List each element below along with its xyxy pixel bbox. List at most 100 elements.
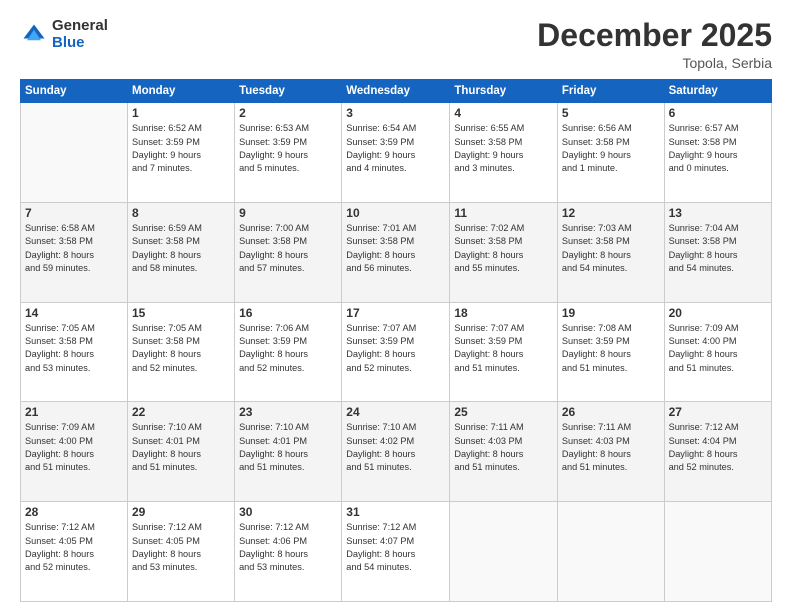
day-number: 22	[132, 405, 230, 419]
day-detail: Sunrise: 6:55 AM Sunset: 3:58 PM Dayligh…	[454, 122, 553, 175]
calendar-week-3: 14 Sunrise: 7:05 AM Sunset: 3:58 PM Dayli…	[21, 302, 772, 402]
calendar-day: 18 Sunrise: 7:07 AM Sunset: 3:59 PM Dayli…	[450, 302, 558, 402]
day-detail: Sunrise: 6:59 AM Sunset: 3:58 PM Dayligh…	[132, 222, 230, 275]
day-detail: Sunrise: 7:09 AM Sunset: 4:00 PM Dayligh…	[669, 322, 767, 375]
day-detail: Sunrise: 7:10 AM Sunset: 4:02 PM Dayligh…	[346, 421, 445, 474]
day-number: 12	[562, 206, 660, 220]
calendar-day: 1 Sunrise: 6:52 AM Sunset: 3:59 PM Daylig…	[127, 103, 234, 203]
day-number: 17	[346, 306, 445, 320]
day-number: 13	[669, 206, 767, 220]
calendar-day: 29Sunrise: 7:12 AM Sunset: 4:05 PM Dayli…	[127, 502, 234, 602]
day-number: 24	[346, 405, 445, 419]
day-number: 15	[132, 306, 230, 320]
calendar-day: 4Sunrise: 6:55 AM Sunset: 3:58 PM Daylig…	[450, 103, 558, 203]
day-number: 14	[25, 306, 123, 320]
calendar-day: 3 Sunrise: 6:54 AM Sunset: 3:59 PM Daylig…	[342, 103, 450, 203]
calendar-day: 25Sunrise: 7:11 AM Sunset: 4:03 PM Dayli…	[450, 402, 558, 502]
day-number: 11	[454, 206, 553, 220]
logo: General Blue	[20, 18, 108, 51]
col-header-saturday: Saturday	[664, 80, 771, 103]
calendar-day: 28 Sunrise: 7:12 AM Sunset: 4:05 PM Dayli…	[21, 502, 128, 602]
day-detail: Sunrise: 7:05 AM Sunset: 3:58 PM Dayligh…	[132, 322, 230, 375]
day-detail: Sunrise: 7:12 AM Sunset: 4:05 PM Dayligh…	[132, 521, 230, 574]
title-block: December 2025 Topola, Serbia	[537, 18, 772, 71]
calendar-day: 10Sunrise: 7:01 AM Sunset: 3:58 PM Dayli…	[342, 202, 450, 302]
day-detail: Sunrise: 6:56 AM Sunset: 3:58 PM Dayligh…	[562, 122, 660, 175]
day-number: 6	[669, 106, 767, 120]
col-header-tuesday: Tuesday	[235, 80, 342, 103]
calendar-day: 20 Sunrise: 7:09 AM Sunset: 4:00 PM Dayli…	[664, 302, 771, 402]
day-number: 20	[669, 306, 767, 320]
col-header-wednesday: Wednesday	[342, 80, 450, 103]
day-number: 18	[454, 306, 553, 320]
calendar-day: 17 Sunrise: 7:07 AM Sunset: 3:59 PM Dayli…	[342, 302, 450, 402]
day-detail: Sunrise: 7:10 AM Sunset: 4:01 PM Dayligh…	[239, 421, 337, 474]
day-number: 27	[669, 405, 767, 419]
logo-icon	[20, 21, 48, 49]
day-detail: Sunrise: 6:53 AM Sunset: 3:59 PM Dayligh…	[239, 122, 337, 175]
calendar-week-1: 1 Sunrise: 6:52 AM Sunset: 3:59 PM Daylig…	[21, 103, 772, 203]
day-number: 3	[346, 106, 445, 120]
day-detail: Sunrise: 7:01 AM Sunset: 3:58 PM Dayligh…	[346, 222, 445, 275]
logo-blue: Blue	[52, 35, 108, 52]
calendar-day: 9 Sunrise: 7:00 AM Sunset: 3:58 PM Daylig…	[235, 202, 342, 302]
day-number: 5	[562, 106, 660, 120]
day-detail: Sunrise: 7:06 AM Sunset: 3:59 PM Dayligh…	[239, 322, 337, 375]
calendar-day: 27 Sunrise: 7:12 AM Sunset: 4:04 PM Dayli…	[664, 402, 771, 502]
col-header-thursday: Thursday	[450, 80, 558, 103]
day-detail: Sunrise: 6:58 AM Sunset: 3:58 PM Dayligh…	[25, 222, 123, 275]
calendar-day: 13 Sunrise: 7:04 AM Sunset: 3:58 PM Dayli…	[664, 202, 771, 302]
day-number: 8	[132, 206, 230, 220]
day-detail: Sunrise: 7:03 AM Sunset: 3:58 PM Dayligh…	[562, 222, 660, 275]
day-detail: Sunrise: 7:10 AM Sunset: 4:01 PM Dayligh…	[132, 421, 230, 474]
day-detail: Sunrise: 7:07 AM Sunset: 3:59 PM Dayligh…	[346, 322, 445, 375]
day-number: 26	[562, 405, 660, 419]
day-detail: Sunrise: 7:11 AM Sunset: 4:03 PM Dayligh…	[454, 421, 553, 474]
day-number: 9	[239, 206, 337, 220]
day-detail: Sunrise: 7:00 AM Sunset: 3:58 PM Dayligh…	[239, 222, 337, 275]
day-number: 23	[239, 405, 337, 419]
day-detail: Sunrise: 7:12 AM Sunset: 4:04 PM Dayligh…	[669, 421, 767, 474]
day-number: 21	[25, 405, 123, 419]
day-detail: Sunrise: 7:12 AM Sunset: 4:05 PM Dayligh…	[25, 521, 123, 574]
calendar-day: 23 Sunrise: 7:10 AM Sunset: 4:01 PM Dayli…	[235, 402, 342, 502]
calendar-day: 21 Sunrise: 7:09 AM Sunset: 4:00 PM Dayli…	[21, 402, 128, 502]
day-number: 19	[562, 306, 660, 320]
day-number: 31	[346, 505, 445, 519]
day-detail: Sunrise: 7:12 AM Sunset: 4:06 PM Dayligh…	[239, 521, 337, 574]
day-number: 1	[132, 106, 230, 120]
col-header-friday: Friday	[557, 80, 664, 103]
day-detail: Sunrise: 6:57 AM Sunset: 3:58 PM Dayligh…	[669, 122, 767, 175]
calendar-day: 19 Sunrise: 7:08 AM Sunset: 3:59 PM Dayli…	[557, 302, 664, 402]
day-detail: Sunrise: 7:12 AM Sunset: 4:07 PM Dayligh…	[346, 521, 445, 574]
calendar-week-5: 28 Sunrise: 7:12 AM Sunset: 4:05 PM Dayli…	[21, 502, 772, 602]
calendar-day	[557, 502, 664, 602]
day-detail: Sunrise: 7:07 AM Sunset: 3:59 PM Dayligh…	[454, 322, 553, 375]
calendar-day: 26Sunrise: 7:11 AM Sunset: 4:03 PM Dayli…	[557, 402, 664, 502]
calendar-day: 31 Sunrise: 7:12 AM Sunset: 4:07 PM Dayli…	[342, 502, 450, 602]
calendar-day: 15 Sunrise: 7:05 AM Sunset: 3:58 PM Dayli…	[127, 302, 234, 402]
page: General Blue December 2025 Topola, Serbi…	[0, 0, 792, 612]
calendar-day: 7Sunrise: 6:58 AM Sunset: 3:58 PM Daylig…	[21, 202, 128, 302]
calendar-header-row: SundayMondayTuesdayWednesdayThursdayFrid…	[21, 80, 772, 103]
calendar-day	[21, 103, 128, 203]
calendar-day	[664, 502, 771, 602]
calendar-table: SundayMondayTuesdayWednesdayThursdayFrid…	[20, 79, 772, 602]
calendar-week-2: 7Sunrise: 6:58 AM Sunset: 3:58 PM Daylig…	[21, 202, 772, 302]
calendar-day: 5 Sunrise: 6:56 AM Sunset: 3:58 PM Daylig…	[557, 103, 664, 203]
day-detail: Sunrise: 6:54 AM Sunset: 3:59 PM Dayligh…	[346, 122, 445, 175]
day-number: 2	[239, 106, 337, 120]
day-detail: Sunrise: 6:52 AM Sunset: 3:59 PM Dayligh…	[132, 122, 230, 175]
day-detail: Sunrise: 7:05 AM Sunset: 3:58 PM Dayligh…	[25, 322, 123, 375]
logo-text: General Blue	[52, 18, 108, 51]
calendar-day: 30Sunrise: 7:12 AM Sunset: 4:06 PM Dayli…	[235, 502, 342, 602]
day-detail: Sunrise: 7:04 AM Sunset: 3:58 PM Dayligh…	[669, 222, 767, 275]
day-detail: Sunrise: 7:09 AM Sunset: 4:00 PM Dayligh…	[25, 421, 123, 474]
col-header-monday: Monday	[127, 80, 234, 103]
col-header-sunday: Sunday	[21, 80, 128, 103]
day-number: 28	[25, 505, 123, 519]
calendar-day	[450, 502, 558, 602]
calendar-day: 6 Sunrise: 6:57 AM Sunset: 3:58 PM Daylig…	[664, 103, 771, 203]
calendar-day: 12 Sunrise: 7:03 AM Sunset: 3:58 PM Dayli…	[557, 202, 664, 302]
day-detail: Sunrise: 7:08 AM Sunset: 3:59 PM Dayligh…	[562, 322, 660, 375]
